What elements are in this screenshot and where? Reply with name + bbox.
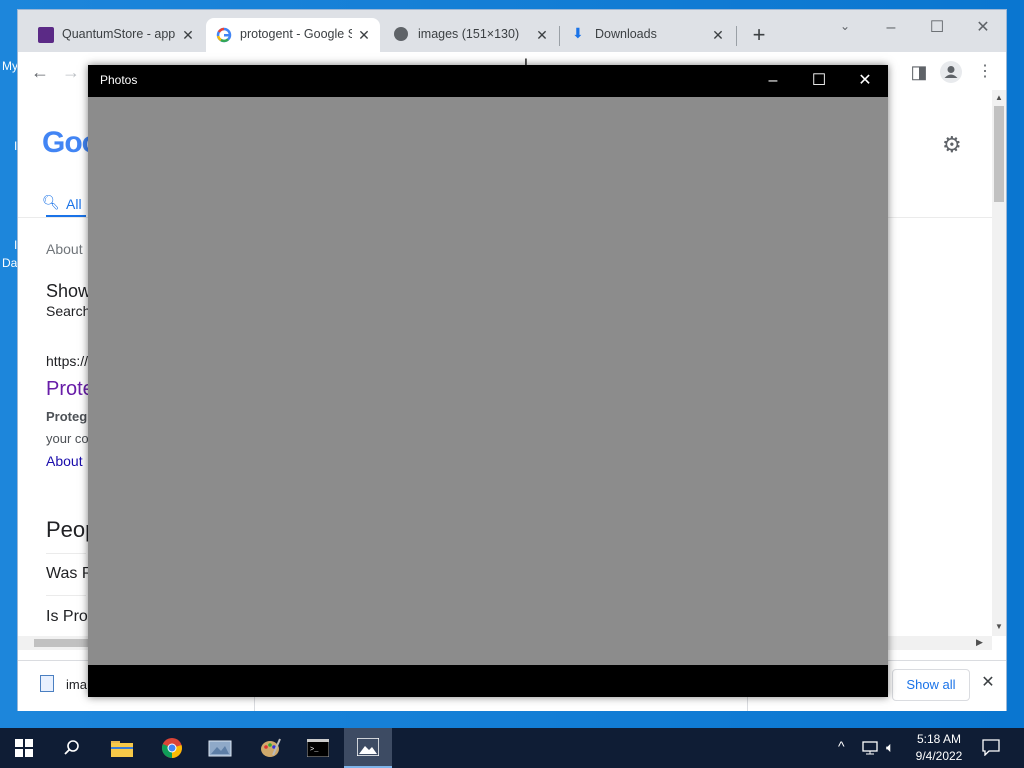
search-icon — [64, 740, 79, 755]
desktop-icon-label[interactable]: I — [14, 139, 17, 153]
photos-maximize-button[interactable]: ☐ — [796, 65, 842, 97]
folder-icon — [111, 741, 133, 757]
desktop-icon-label[interactable]: My — [2, 59, 18, 73]
tab-close-icon[interactable]: ✕ — [356, 27, 372, 43]
side-panel-icon[interactable]: ◨ — [908, 61, 930, 83]
terminal-button[interactable]: >_ — [294, 728, 342, 768]
minimize-button[interactable]: – — [868, 14, 914, 42]
text-cursor-icon: I — [524, 55, 528, 71]
file-explorer-button[interactable] — [98, 728, 146, 768]
palette-icon — [261, 738, 281, 757]
tab-search-chevron-icon[interactable]: ⌄ — [822, 12, 868, 40]
question-item[interactable]: Is Pro — [46, 608, 88, 626]
photo-canvas[interactable] — [88, 97, 888, 665]
chrome-icon — [161, 738, 182, 759]
tab-all[interactable]: All — [66, 196, 82, 212]
quantumstore-favicon-icon — [38, 27, 54, 43]
start-button[interactable] — [0, 728, 48, 768]
about-link[interactable]: About — [46, 453, 83, 469]
desktop-icon-label[interactable]: Da — [2, 256, 17, 270]
tab-strip: QuantumStore - app ✕ protogent - Google … — [18, 10, 1006, 52]
tab-close-icon[interactable]: ✕ — [180, 27, 196, 43]
tab-downloads[interactable]: ⬇ Downloads ✕ — [564, 18, 734, 52]
scrollbar-thumb[interactable] — [994, 106, 1004, 202]
result-url: https:// — [46, 353, 89, 369]
volume-icon[interactable]: 🔈︎ — [886, 739, 894, 756]
app-button[interactable] — [196, 728, 244, 768]
tab-title: QuantumStore - app — [62, 27, 176, 41]
globe-favicon-icon — [394, 27, 408, 41]
back-icon[interactable]: ← — [29, 61, 51, 83]
network-icon[interactable] — [862, 740, 878, 759]
show-heading: Show — [46, 281, 92, 301]
svg-text:>_: >_ — [310, 746, 319, 754]
divider — [46, 595, 86, 596]
tab-quantumstore[interactable]: QuantumStore - app ✕ — [30, 18, 204, 52]
notification-icon[interactable] — [982, 738, 1000, 759]
tab-separator — [559, 26, 560, 46]
scrollbar-thumb[interactable] — [34, 639, 94, 647]
menu-kebab-icon[interactable]: ⋮ — [974, 61, 996, 83]
chrome-taskbar-button[interactable] — [148, 728, 196, 768]
download-item-name[interactable]: ima — [66, 677, 87, 692]
tab-title: protogent - Google S — [240, 27, 352, 41]
chevron-up-icon[interactable]: ^ — [838, 738, 845, 754]
photos-close-button[interactable]: ✕ — [842, 65, 888, 97]
gear-icon[interactable]: ⚙ — [942, 134, 964, 156]
question-item[interactable]: Was P — [46, 565, 93, 583]
photos-bottom-bar — [88, 665, 888, 697]
paint-button[interactable] — [246, 728, 294, 768]
taskbar: >_ ^ 🔈︎ 5:18 AM 9/4/2022 — [0, 728, 1024, 768]
tab-close-icon[interactable]: ✕ — [534, 27, 550, 43]
tab-title: Downloads — [595, 27, 657, 41]
close-download-bar-icon[interactable]: ✕ — [978, 673, 998, 693]
tab-separator — [736, 26, 737, 46]
tab-images[interactable]: images (151×130) ✕ — [388, 18, 558, 52]
search-small-icon: 🔍︎ — [42, 194, 60, 210]
windows-logo-icon — [15, 739, 33, 757]
result-snippet: Proteg — [46, 409, 88, 424]
photos-window: Photos – ☐ ✕ — [88, 65, 888, 697]
tab-protogent[interactable]: protogent - Google S ✕ — [206, 18, 380, 52]
photos-title-bar[interactable]: Photos – ☐ ✕ — [88, 65, 888, 97]
result-snippet: your co — [46, 431, 89, 446]
download-separator — [747, 697, 748, 711]
forward-icon[interactable]: → — [60, 61, 82, 83]
search-subheading[interactable]: Search — [46, 303, 90, 319]
terminal-icon: >_ — [307, 739, 329, 757]
image-app-icon — [208, 740, 232, 757]
google-favicon-icon — [216, 27, 232, 43]
photos-taskbar-button[interactable] — [344, 728, 392, 768]
maximize-button[interactable]: ☐ — [914, 14, 960, 42]
photos-icon — [357, 738, 379, 756]
image-file-icon — [40, 675, 54, 692]
scroll-up-arrow-icon[interactable]: ▲ — [995, 93, 1003, 102]
profile-avatar-icon[interactable] — [940, 61, 962, 83]
clock-date[interactable]: 9/4/2022 — [909, 749, 969, 763]
close-window-button[interactable]: ✕ — [960, 14, 1006, 42]
divider — [46, 553, 86, 554]
vertical-scrollbar[interactable]: ▲ ▼ — [992, 90, 1006, 636]
photos-minimize-button[interactable]: – — [750, 65, 796, 97]
clock-time[interactable]: 5:18 AM — [909, 732, 969, 746]
download-favicon-icon: ⬇ — [572, 25, 584, 41]
scroll-down-arrow-icon[interactable]: ▼ — [995, 622, 1003, 631]
tab-close-icon[interactable]: ✕ — [710, 27, 726, 43]
show-all-button[interactable]: Show all — [892, 669, 970, 701]
download-separator — [254, 697, 255, 711]
desktop-icon-label[interactable]: I — [14, 238, 17, 252]
new-tab-button[interactable]: + — [748, 24, 770, 46]
photos-window-title: Photos — [100, 73, 138, 87]
about-results: About — [46, 241, 83, 257]
scroll-right-arrow-icon[interactable]: ▶ — [976, 637, 983, 648]
tab-title: images (151×130) — [418, 27, 520, 41]
result-title-link[interactable]: Prote — [46, 378, 94, 401]
search-button[interactable] — [48, 728, 96, 768]
